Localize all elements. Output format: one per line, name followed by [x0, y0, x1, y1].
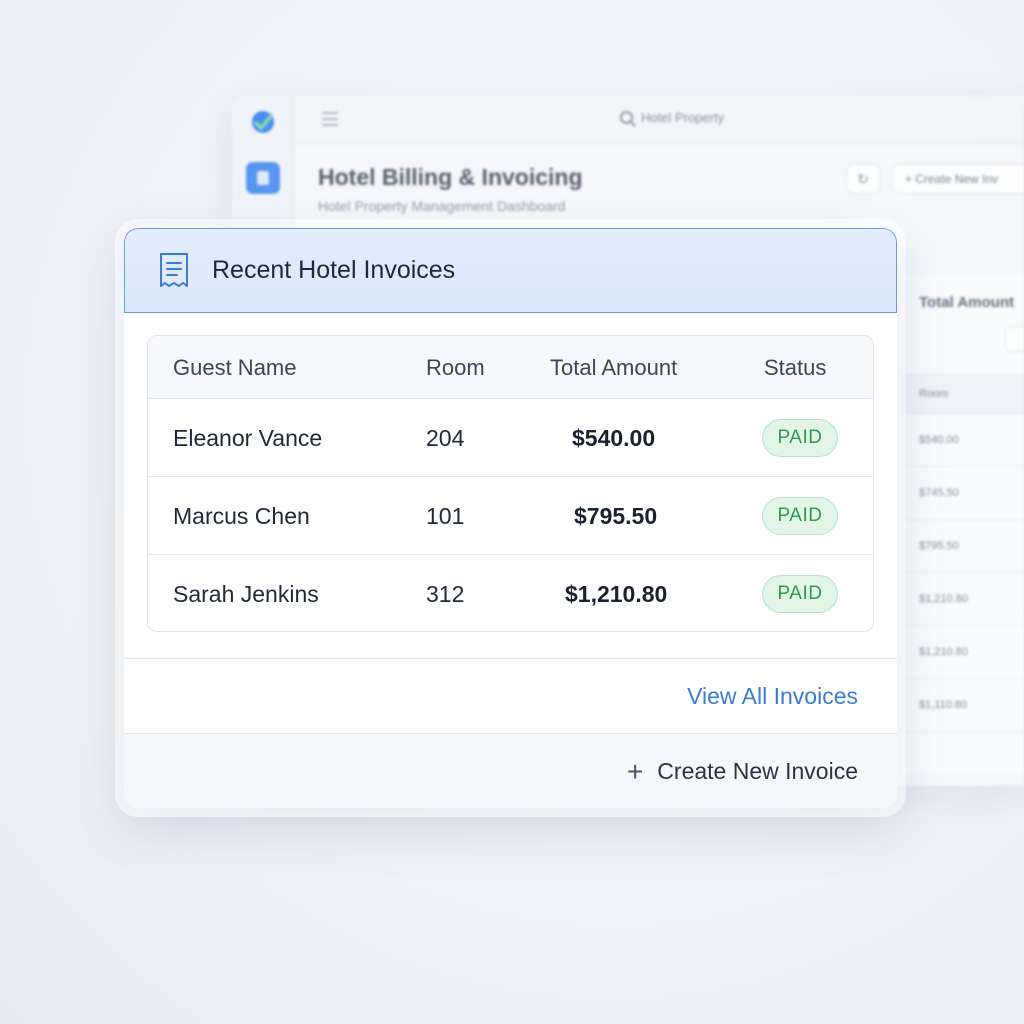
card-title: Recent Hotel Invoices — [212, 256, 456, 284]
room-number: 312 — [426, 581, 465, 607]
app-logo-icon — [252, 111, 274, 133]
rail-invoices-button[interactable] — [246, 162, 280, 194]
column-header-room[interactable]: Room — [426, 355, 485, 381]
card-footer: + Create New Invoice — [124, 733, 897, 808]
invoices-table: Guest Name Room Total Amount Status Elea… — [147, 335, 874, 632]
create-new-invoice-label: Create New Invoice — [657, 758, 858, 784]
guest-name: Eleanor Vance — [173, 425, 323, 451]
bg-table-row: $1,210.80 — [901, 626, 1024, 679]
search-bar[interactable]: Hotel Property — [620, 110, 724, 125]
total-amount: $795.50 — [574, 503, 658, 529]
top-bar: Hotel Property — [294, 96, 1024, 144]
table-row[interactable]: Marcus Chen 101 $795.50 PAID — [148, 477, 873, 555]
card-header: Recent Hotel Invoices — [124, 228, 897, 313]
bg-table-row: $795.50 — [901, 520, 1024, 573]
total-amount: $1,210.80 — [565, 581, 668, 607]
refresh-icon: ↻ — [857, 171, 869, 187]
guest-name: Sarah Jenkins — [173, 581, 319, 607]
page-title: Hotel Billing & Invoicing — [318, 164, 583, 190]
view-all-invoices-link[interactable]: View All Invoices — [687, 683, 858, 710]
bg-table-row: $1,210.80 — [901, 573, 1024, 626]
bg-subheader: Room — [901, 374, 1024, 414]
divider — [124, 658, 897, 659]
table-header-row: Guest Name Room Total Amount Status — [148, 336, 873, 399]
bg-invoice-table: Total Amount Room $540.00 $745.50 $795.5… — [900, 274, 1024, 774]
column-header-guest-name[interactable]: Guest Name — [173, 355, 297, 381]
status-badge: PAID — [762, 419, 838, 457]
menu-icon[interactable] — [322, 112, 338, 126]
refresh-button[interactable]: ↻ — [846, 164, 880, 194]
guest-name: Marcus Chen — [173, 503, 310, 529]
page-subtitle: Hotel Property Management Dashboard — [318, 198, 566, 214]
room-number: 101 — [426, 503, 465, 529]
bg-subheader-label: Room — [919, 388, 949, 400]
create-new-invoice-button[interactable]: + Create New Invoice — [626, 755, 858, 787]
search-text: Hotel Property — [641, 110, 725, 125]
receipt-icon — [160, 252, 188, 287]
column-header-status[interactable]: Status — [764, 355, 826, 381]
table-row[interactable]: Eleanor Vance 204 $540.00 PAID — [148, 399, 873, 477]
bg-table-row: $745.50 — [901, 467, 1024, 520]
bg-table-row: $1,110.80 — [901, 679, 1024, 732]
bg-column-header: Total Amount — [919, 294, 1014, 311]
bg-filter-button[interactable] — [1005, 326, 1024, 352]
column-header-total-amount[interactable]: Total Amount — [550, 355, 677, 381]
bg-create-invoice-button[interactable]: + Create New Inv — [892, 164, 1024, 194]
plus-icon: + — [626, 755, 644, 787]
search-icon — [620, 111, 633, 124]
table-row[interactable]: Sarah Jenkins 312 $1,210.80 PAID — [148, 555, 873, 631]
room-number: 204 — [426, 425, 465, 451]
total-amount: $540.00 — [572, 425, 656, 451]
status-badge: PAID — [762, 575, 838, 613]
bg-table-row: $540.00 — [901, 414, 1024, 467]
recent-invoices-card: Recent Hotel Invoices Guest Name Room To… — [124, 228, 897, 808]
status-badge: PAID — [762, 497, 838, 535]
